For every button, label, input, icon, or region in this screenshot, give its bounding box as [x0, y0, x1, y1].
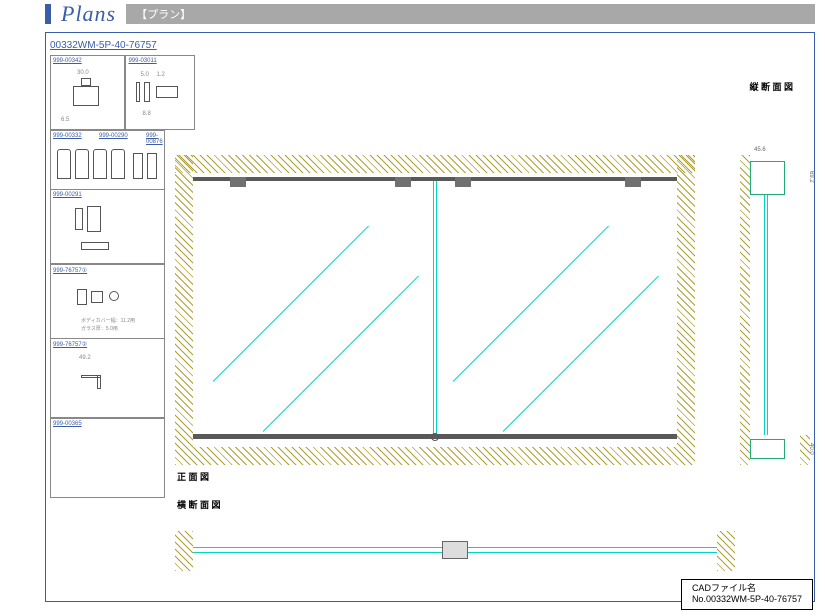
roller-icon: [133, 153, 143, 179]
hanger-bracket: [395, 177, 411, 187]
dimension-label: 45.6: [754, 147, 766, 153]
dimension-label: 6.5: [61, 117, 69, 123]
profile-icon: [81, 78, 91, 86]
page-header: Plans 【プラン】: [0, 0, 825, 28]
roller-icon: [75, 149, 89, 179]
dimension-label: 1.2: [156, 72, 164, 78]
hatch-wall: [175, 155, 193, 465]
hatch-wall: [717, 531, 735, 571]
part-number: 999-00291: [53, 192, 82, 198]
glass-diagonal: [453, 226, 609, 382]
part-number: 999-00290: [99, 133, 128, 139]
glass-diagonal: [263, 276, 419, 432]
header-tag: 【プラン】: [126, 4, 815, 24]
profile-icon: [75, 208, 83, 230]
spec-note: ガラス厚：5.0用: [81, 325, 118, 332]
part-number: 999-00365: [53, 421, 82, 427]
glass-panel: [193, 177, 677, 439]
profile-icon: [97, 375, 101, 389]
top-rail-section: [750, 161, 785, 195]
part-detail-6: 999-76757② 49.2: [50, 338, 165, 418]
center-mechanism: [442, 541, 468, 559]
circle-icon: [109, 291, 119, 301]
dimension-label: 69.2: [808, 171, 814, 183]
front-view-label: 正 面 図: [175, 470, 211, 483]
cad-number: No.00332WM-5P-40-76757: [692, 594, 802, 606]
part-number: 999-76757②: [53, 341, 87, 348]
profile-icon: [81, 242, 109, 250]
dimension-label: 30.0: [77, 70, 89, 76]
roller-icon: [111, 149, 125, 179]
part-detail-3: 999-00332 999-00290 999-00876: [50, 130, 165, 190]
part-detail-5: 999-76757① ボディカバー幅：11.2用 ガラス厚：5.0用: [50, 264, 165, 339]
hatch-wall: [740, 155, 750, 465]
spec-note: ボディカバー幅：11.2用: [81, 317, 135, 324]
profile-icon: [77, 289, 87, 305]
floor-lock-icon: [431, 433, 439, 441]
profile-icon: [91, 291, 103, 303]
hatch-wall: [175, 447, 695, 465]
profile-icon: [73, 86, 99, 106]
profile-icon: [136, 82, 140, 102]
part-number: 999-03011: [128, 58, 156, 64]
roller-icon: [57, 149, 71, 179]
glass-diagonal: [503, 276, 659, 432]
bottom-rail-section: [750, 439, 785, 459]
part-detail-2: 999-03011 5.0 1.2 8.8: [125, 55, 195, 130]
cad-filename-box: CADファイル名 No.00332WM-5P-40-76757: [681, 579, 813, 610]
part-number: 999-00342: [53, 58, 82, 64]
part-number: 999-00332: [53, 133, 82, 139]
dimension-label: 49.2: [79, 355, 91, 361]
hatch-wall: [677, 155, 695, 465]
hanger-bracket: [625, 177, 641, 187]
part-detail-4: 999-00291: [50, 189, 165, 264]
cad-title-label: CADファイル名: [692, 583, 802, 595]
header-title: Plans: [61, 1, 116, 27]
roller-icon: [147, 153, 157, 179]
hatch-wall: [175, 155, 695, 173]
front-elevation-drawing: [175, 155, 695, 465]
horizontal-section-label: 横 断 面 図: [175, 498, 223, 511]
dimension-label: 8.8: [142, 111, 150, 117]
part-detail-1: 999-00342 30.0 6.5: [50, 55, 125, 130]
vertical-section-label: 縦 断 面 図: [747, 80, 795, 93]
profile-icon: [87, 206, 101, 232]
horizontal-section-drawing: [175, 531, 735, 571]
glass-diagonal: [213, 226, 369, 382]
header-accent-bar: [45, 4, 51, 24]
part-detail-7: 999-00365: [50, 418, 165, 498]
parts-detail-column: 999-00342 30.0 6.5 999-03011 5.0 1.2 8.8…: [50, 55, 165, 497]
hatch-wall: [175, 531, 193, 571]
part-number: 999-00876: [146, 133, 164, 145]
dimension-label: 5.0: [140, 72, 148, 78]
glass-section: [764, 195, 768, 435]
profile-icon: [156, 86, 178, 98]
profile-icon: [144, 82, 150, 102]
product-code: 00332WM-5P-40-76757: [50, 40, 157, 51]
panel-divider: [433, 181, 437, 434]
part-number: 999-76757①: [53, 267, 87, 274]
hanger-bracket: [455, 177, 471, 187]
vertical-section-drawing: 45.6 69.2 40.0: [740, 155, 810, 465]
roller-icon: [93, 149, 107, 179]
hanger-bracket: [230, 177, 246, 187]
dimension-label: 40.0: [808, 443, 814, 455]
